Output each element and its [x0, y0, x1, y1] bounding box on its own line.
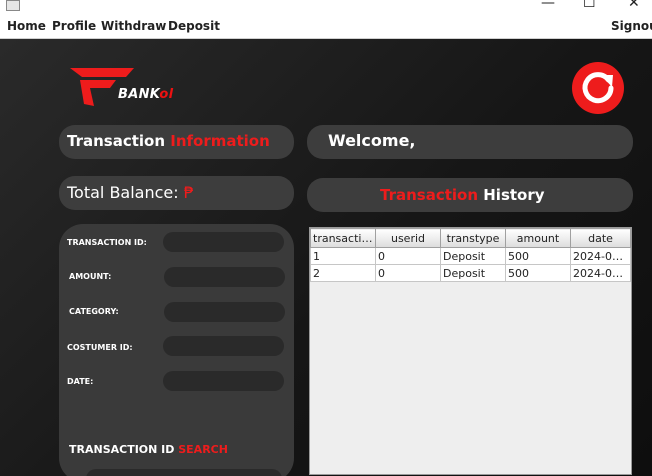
column-header[interactable]: transactio... [310, 228, 376, 248]
welcome-text: Welcome, [328, 131, 416, 150]
table-cell: 2024-04-... [570, 264, 631, 282]
category-label: CATEGORY: [69, 307, 119, 316]
amount-label: AMOUNT: [69, 272, 112, 281]
menu-withdraw[interactable]: Withdraw [101, 19, 166, 33]
history-heading: Transaction History [380, 186, 545, 204]
table-cell: 0 [375, 264, 441, 282]
search-label-red: SEARCH [178, 443, 228, 456]
date-field[interactable] [163, 371, 284, 391]
table-cell: 500 [505, 264, 571, 282]
customer-id-field[interactable] [163, 336, 284, 356]
peso-icon: ₱ [183, 183, 194, 202]
welcome-pill: Welcome, [307, 125, 633, 159]
table-cell: 2 [310, 264, 376, 282]
menu-signout[interactable]: Signout [611, 19, 652, 33]
balance-label: Total Balance: ₱ [67, 183, 194, 202]
table-row[interactable]: 2 0 Deposit 500 2024-04-... [310, 264, 631, 282]
column-header[interactable]: userid [375, 228, 441, 248]
transaction-form-panel: TRANSACTION ID: AMOUNT: CATEGORY: COSTUM… [59, 224, 294, 476]
table-cell: 500 [505, 247, 571, 265]
transaction-history-table[interactable]: transactio... userid transtype amount da… [309, 227, 632, 475]
info-heading-pill: Transaction Information [59, 125, 294, 159]
menu-profile[interactable]: Profile [52, 19, 96, 33]
table-cell: 2024-04-... [570, 247, 631, 265]
table-cell: Deposit [440, 247, 506, 265]
logo-text-red: ol [159, 87, 174, 102]
menu-home[interactable]: Home [7, 19, 46, 33]
table-cell: 1 [310, 247, 376, 265]
main-panel: BANKol Transaction Information Welcome, … [0, 39, 652, 476]
refresh-button[interactable] [572, 62, 624, 114]
customer-id-label: COSTUMER ID: [67, 343, 133, 352]
table-cell: 0 [375, 247, 441, 265]
minimize-button[interactable]: — [541, 0, 555, 11]
maximize-button[interactable]: ☐ [583, 0, 596, 11]
logo-text: BANKol [118, 87, 173, 102]
info-heading: Transaction Information [67, 132, 270, 150]
table-header-row: transactio... userid transtype amount da… [310, 228, 631, 248]
category-field[interactable] [164, 302, 285, 322]
title-bar: — ☐ ✕ [0, 0, 652, 12]
column-header[interactable]: transtype [440, 228, 506, 248]
refresh-icon [582, 72, 614, 104]
date-label: DATE: [67, 377, 94, 386]
table-cell: Deposit [440, 264, 506, 282]
menu-bar: Home Profile Withdraw Deposit Signout [0, 12, 652, 39]
close-button[interactable]: ✕ [628, 0, 640, 11]
logo-text-white: BANK [118, 87, 160, 102]
transaction-id-field[interactable] [163, 232, 284, 252]
info-heading-red: Information [170, 132, 270, 150]
history-heading-white: History [483, 186, 545, 204]
history-table: transactio... userid transtype amount da… [310, 228, 631, 282]
history-heading-pill: Transaction History [307, 178, 633, 212]
search-label: TRANSACTION ID SEARCH [69, 443, 228, 456]
history-heading-red: Transaction [380, 186, 484, 204]
balance-label-text: Total Balance: [67, 183, 184, 202]
column-header[interactable]: amount [505, 228, 571, 248]
transaction-id-label: TRANSACTION ID: [67, 238, 147, 247]
column-header[interactable]: date [570, 228, 631, 248]
info-heading-white: Transaction [67, 132, 171, 150]
amount-field[interactable] [164, 267, 285, 287]
table-row[interactable]: 1 0 Deposit 500 2024-04-... [310, 247, 631, 265]
search-label-white: TRANSACTION ID [69, 443, 179, 456]
menu-deposit[interactable]: Deposit [168, 19, 220, 33]
transaction-id-search-field[interactable] [86, 469, 282, 476]
app-icon [6, 0, 20, 11]
balance-pill: Total Balance: ₱ [59, 176, 294, 210]
